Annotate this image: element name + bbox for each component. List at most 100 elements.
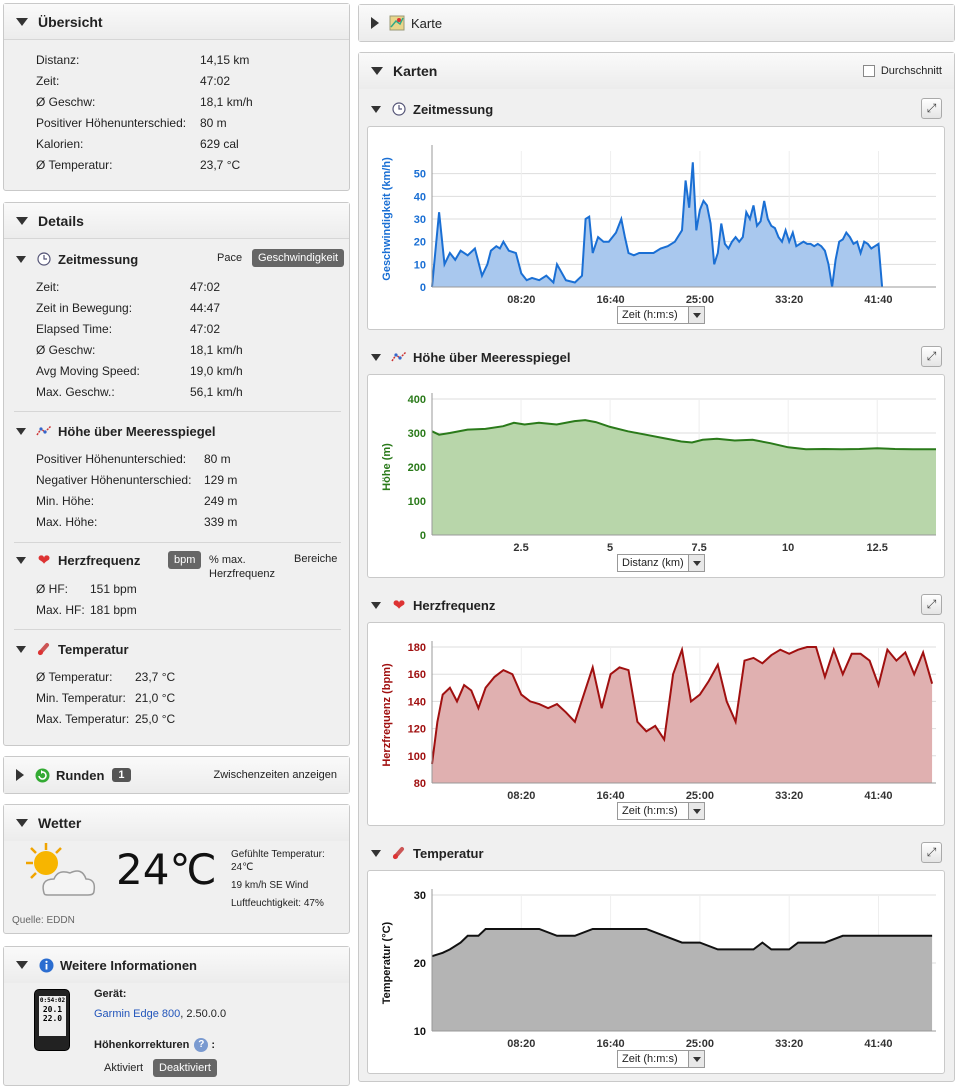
zones-toggle[interactable]: Bereiche <box>294 553 337 565</box>
stat-value: 80 m <box>204 452 231 466</box>
charts-header[interactable]: Karten Durchschnitt <box>359 53 954 89</box>
chart-header-heartrate[interactable]: ❤ Herzfrequenz <box>371 595 495 615</box>
chart-header-elevation[interactable]: Höhe über Meeresspiegel <box>371 347 571 367</box>
heartrate-section-header[interactable]: ❤ Herzfrequenz <box>16 551 140 569</box>
collapse-icon[interactable] <box>16 427 26 435</box>
expand-icon[interactable] <box>371 17 379 29</box>
x-tick-label: 41:40 <box>864 790 892 802</box>
collapse-icon[interactable] <box>16 255 26 263</box>
collapse-icon[interactable] <box>16 17 28 26</box>
collapse-icon[interactable] <box>16 556 26 564</box>
chevron-down-icon[interactable] <box>688 1051 704 1067</box>
chart-title: Zeitmessung <box>413 101 494 117</box>
show-splits-link[interactable]: Zwischenzeiten anzeigen <box>213 769 337 781</box>
stat-value: 47:02 <box>190 322 221 336</box>
laps-header[interactable]: Runden 1 Zwischenzeiten anzeigen <box>4 757 349 793</box>
bpm-toggle[interactable]: bpm <box>168 551 202 569</box>
y-tick-label: 80 <box>414 778 426 790</box>
stat-value: 629 cal <box>200 137 239 151</box>
y-tick-label: 50 <box>414 169 426 181</box>
weather-header[interactable]: Wetter <box>4 805 349 841</box>
expand-chart-icon[interactable]: ⤢ <box>921 594 942 615</box>
y-tick-label: 30 <box>414 214 426 226</box>
chart-title: Herzfrequenz <box>413 597 496 613</box>
stat-value: 56,1 km/h <box>190 385 243 399</box>
timing-title: Zeitmessung <box>58 251 139 267</box>
chart-header-speed[interactable]: Zeitmessung <box>371 99 493 119</box>
stat-value: 21,0 °C <box>135 691 176 705</box>
average-checkbox-row[interactable]: Durchschnitt <box>862 65 942 77</box>
x-axis-selector[interactable]: Zeit (h:m:s) <box>617 802 705 820</box>
collapse-icon[interactable] <box>371 67 383 75</box>
collapse-icon[interactable] <box>16 961 28 969</box>
stat-value: 23,7 °C <box>135 670 176 684</box>
collapse-icon[interactable] <box>16 216 28 225</box>
x-axis-selector[interactable]: Distanz (km) <box>617 554 705 572</box>
device-image: 0:54:02 20.1 22.0 <box>34 989 70 1051</box>
collapse-icon[interactable] <box>371 849 381 857</box>
overview-header[interactable]: Übersicht <box>4 4 349 40</box>
collapse-icon[interactable] <box>16 819 28 827</box>
speed-toggle[interactable]: Geschwindigkeit <box>252 249 345 267</box>
chevron-down-icon[interactable] <box>688 803 704 819</box>
x-tick-label: 08:20 <box>507 294 535 306</box>
x-tick-label: 25:00 <box>686 790 714 802</box>
chevron-down-icon[interactable] <box>688 555 704 571</box>
expand-chart-icon[interactable]: ⤢ <box>921 98 942 119</box>
x-tick-label: 16:40 <box>597 1038 625 1050</box>
percent-max-hr-toggle[interactable]: % max. Herzfrequenz <box>209 553 281 581</box>
chart-heartrate: 80 100 120 140 160 180 08:20 16:40 25:00 33:20 41:… <box>367 622 945 826</box>
info-title: Weitere Informationen <box>60 957 198 973</box>
x-axis-selector[interactable]: Zeit (h:m:s) <box>617 1050 705 1068</box>
chevron-down-icon[interactable] <box>688 307 704 323</box>
stat-value: 18,1 km/h <box>190 343 243 357</box>
stat-value: 339 m <box>204 515 238 529</box>
x-tick-label: 16:40 <box>597 790 625 802</box>
stat-value: 181 bpm <box>90 603 137 617</box>
elevation-section-header[interactable]: Höhe über Meeresspiegel <box>16 422 216 440</box>
timing-section-header[interactable]: Zeitmessung <box>16 250 138 268</box>
collapse-icon[interactable] <box>371 105 381 113</box>
stat-value: 14,15 km <box>200 53 250 67</box>
chart-svg: 0 10 20 30 40 50 08:20 16:40 25:00 33:20 41:40 Gesc… <box>381 145 936 306</box>
stat-label: Zeit: <box>36 74 60 88</box>
expand-chart-icon[interactable]: ⤢ <box>921 842 942 863</box>
expand-chart-icon[interactable]: ⤢ <box>921 346 942 367</box>
weather-source: Quelle: EDDN <box>12 915 75 926</box>
stat-value: 47:02 <box>200 74 231 88</box>
collapse-icon[interactable] <box>371 353 381 361</box>
stat-label: Positiver Höhenunterschied: <box>36 116 187 130</box>
chart-svg: 10 20 30 08:20 16:40 25:00 33:20 41:40 Temperatu… <box>381 889 936 1050</box>
chart-header-temperature[interactable]: Temperatur <box>371 843 484 863</box>
device-screen-line: 20.1 <box>42 1005 63 1014</box>
info-header[interactable]: Weitere Informationen <box>4 947 349 983</box>
collapse-icon[interactable] <box>16 645 26 653</box>
y-tick-label: 140 <box>408 696 426 708</box>
device-link[interactable]: Garmin Edge 800 <box>94 1008 180 1020</box>
weather-humidity: Luftfeuchtigkeit: 47% <box>231 898 324 909</box>
x-tick-label: 2.5 <box>513 542 528 554</box>
x-axis-selector[interactable]: Zeit (h:m:s) <box>617 306 705 324</box>
collapse-icon[interactable] <box>371 601 381 609</box>
heart-icon: ❤ <box>37 552 51 569</box>
expand-icon[interactable] <box>16 769 24 781</box>
area-fill <box>432 162 883 287</box>
average-checkbox[interactable] <box>862 65 875 77</box>
enable-button[interactable]: Aktiviert <box>104 1062 143 1074</box>
x-tick-label: 08:20 <box>507 1038 535 1050</box>
y-tick-label: 0 <box>420 530 426 542</box>
chart-elevation: 0 100 200 300 400 2.5 5 7.5 10 12.5 Höhe (m) <box>367 374 945 578</box>
map-header[interactable]: Karte <box>359 5 954 41</box>
y-tick-label: 100 <box>408 751 426 763</box>
temperature-section-header[interactable]: Temperatur <box>16 640 129 658</box>
disable-button[interactable]: Deaktiviert <box>153 1059 217 1077</box>
help-icon[interactable]: ? <box>194 1038 209 1052</box>
stat-label: Zeit in Bewegung: <box>36 301 133 315</box>
pace-toggle[interactable]: Pace <box>217 252 242 264</box>
laps-panel: Runden 1 Zwischenzeiten anzeigen <box>3 756 350 794</box>
temperature-title: Temperatur <box>58 641 129 657</box>
y-axis-label: Geschwindigkeit (km/h) <box>381 157 393 281</box>
details-header[interactable]: Details <box>4 203 349 239</box>
map-panel: Karte <box>358 4 955 42</box>
stat-label: Negativer Höhenunterschied: <box>36 473 192 487</box>
